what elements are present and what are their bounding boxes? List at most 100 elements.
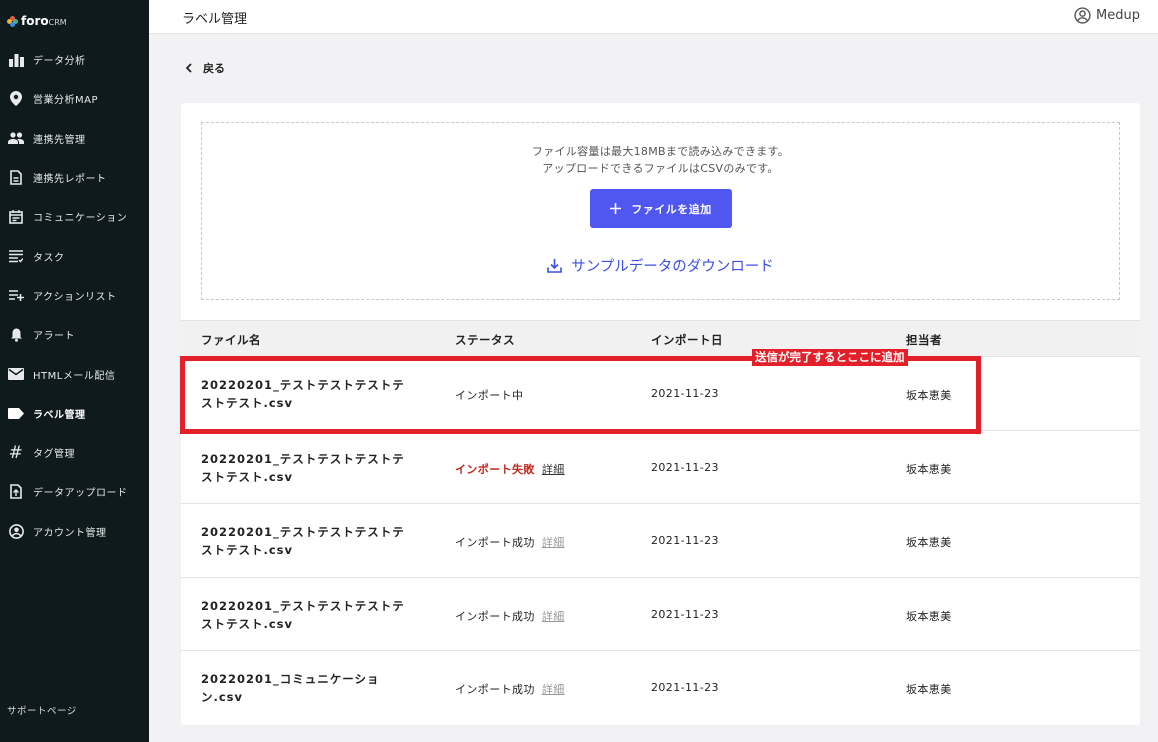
sidebar-item-tasks[interactable]: タスク [0,236,149,275]
document-icon [8,170,24,186]
add-file-button[interactable]: ファイルを追加 [590,189,732,228]
hashtag-icon: # [8,442,24,463]
import-date-cell: 2021-11-23 [651,460,719,474]
file-name-cell: 20220201_テストテストテストテ ストテスト.csv [201,376,421,412]
status-text: インポート成功 [455,609,535,623]
sidebar-item-label: データ分析 [33,56,86,68]
sidebar-item-label: ラベル管理 [33,409,86,421]
chevron-left-icon [185,63,192,73]
file-name-cell: 20220201_テストテストテストテ ストテスト.csv [201,597,421,633]
file-name-line: 20220201_テストテストテストテ [201,525,405,539]
brand-logo[interactable]: foroCRM [7,14,67,28]
sidebar-item-label-management[interactable]: ラベル管理 [0,394,149,433]
page-title: ラベル管理 [182,12,248,27]
logo-mark-icon [7,15,18,27]
sidebar-item-account[interactable]: アカウント管理 [0,512,149,551]
table-row: 20220201_テストテストテストテ ストテスト.csv インポート失敗 詳細… [181,431,1140,504]
file-name-line: ストテスト.csv [201,469,294,484]
people-icon [8,130,24,146]
back-label: 戻る [203,62,225,75]
owner-cell: 坂本恵美 [906,683,952,696]
file-name-line: 20220201_テストテストテストテ [201,451,405,466]
sample-download-label: サンプルデータのダウンロード [571,259,774,275]
sidebar-item-label: コミュニケーション [33,213,128,225]
add-file-button-label: ファイルを追加 [631,202,712,216]
sidebar-item-label: タグ管理 [33,449,75,461]
sidebar-item-communication[interactable]: コミュニケーション [0,197,149,236]
download-icon [547,259,563,273]
owner-cell: 坂本恵美 [906,536,952,549]
detail-link[interactable]: 詳細 [542,681,565,697]
sidebar-item-label: アカウント管理 [33,527,107,539]
file-name-line: ン.csv [201,690,244,704]
user-menu[interactable]: Medup [1074,7,1140,24]
file-name-line: 20220201_テストテストテストテ [201,598,405,613]
detail-link[interactable]: 詳細 [542,608,565,624]
table-row: 20220201_テストテストテストテ ストテスト.csv インポート成功 詳細… [181,504,1140,578]
sidebar-item-data-upload[interactable]: データアップロード [0,472,149,511]
owner-cell: 坂本恵美 [906,609,952,623]
file-name-line: ストテスト.csv [201,543,294,557]
annotation-label: 送信が完了するとここに追加 [752,349,908,366]
upload-file-icon [8,484,24,500]
sidebar-item-action-list[interactable]: アクションリスト [0,276,149,315]
status-text-failed: インポート失敗 [455,462,535,476]
column-header-filename: ファイル名 [201,333,261,347]
sidebar-item-data-analysis[interactable]: データ分析 [0,40,149,79]
file-name-cell: 20220201_テストテストテストテ ストテスト.csv [201,523,421,559]
sidebar-item-tag-management[interactable]: # タグ管理 [0,433,149,472]
sample-download-link[interactable]: サンプルデータのダウンロード [202,255,1119,276]
label-icon [8,405,24,421]
sidebar-nav: データ分析 営業分析MAP 連携先管理 連携先レポート コミュニケーション タス… [0,40,149,551]
file-name-line: ストテスト.csv [201,396,294,410]
user-name: Medup [1096,8,1140,23]
plus-icon [610,203,622,214]
owner-cell: 坂本恵美 [906,389,952,402]
import-date-cell: 2021-11-23 [651,387,719,400]
status-cell: インポート中 [455,387,523,403]
status-text: インポート成功 [455,536,535,549]
file-name-cell: 20220201_テストテストテストテ ストテスト.csv [201,450,421,486]
status-text: インポート中 [455,389,524,402]
sidebar-item-html-mail[interactable]: HTMLメール配信 [0,354,149,393]
task-list-icon [8,248,24,264]
sidebar-item-label: HTMLメール配信 [33,370,116,382]
mail-icon [8,366,24,382]
import-date-cell: 2021-11-23 [651,607,719,621]
top-header: ラベル管理 Medup [149,0,1158,34]
detail-link[interactable]: 詳細 [542,534,565,550]
status-cell: インポート成功 詳細 [455,534,565,550]
column-header-import-date: インポート日 [651,333,723,347]
sidebar-item-sales-map[interactable]: 営業分析MAP [0,79,149,118]
sidebar-item-label: アラート [33,331,75,343]
playlist-add-icon [8,287,24,303]
support-page-link[interactable]: サポートページ [7,703,77,717]
sidebar-item-label: データアップロード [33,488,128,500]
account-circle-icon [8,523,24,539]
file-dropzone[interactable]: ファイル容量は最大18MBまで読み込みできます。 アップロードできるファイルはC… [201,122,1120,300]
user-avatar-icon [1074,7,1091,24]
import-date-cell: 2021-11-23 [651,681,719,694]
bar-chart-icon [8,52,24,68]
status-text: インポート成功 [455,683,535,696]
status-cell: インポート成功 詳細 [455,608,565,624]
sidebar-item-label: 連携先レポート [33,174,107,186]
table-row: 20220201_テストテストテストテ ストテスト.csv インポート成功 詳細… [181,578,1140,651]
table-row: 20220201_コミュニケーショ ン.csv インポート成功 詳細 2021-… [181,651,1140,725]
sidebar-item-alert[interactable]: アラート [0,315,149,354]
column-header-owner: 担当者 [906,333,942,347]
map-pin-icon [8,91,24,107]
table-header: ファイル名 ステータス インポート日 担当者 [181,320,1140,357]
owner-cell: 坂本恵美 [906,462,952,476]
sidebar-item-partner-report[interactable]: 連携先レポート [0,158,149,197]
table-row: 20220201_テストテストテストテ ストテスト.csv インポート中 202… [181,357,1140,431]
sidebar-item-partners[interactable]: 連携先管理 [0,119,149,158]
sidebar-item-label: タスク [33,252,65,264]
back-link[interactable]: 戻る [185,60,225,76]
status-cell: インポート失敗 詳細 [455,461,565,477]
sidebar-item-label: 営業分析MAP [33,95,98,107]
detail-link[interactable]: 詳細 [542,461,565,477]
brand-name: foroCRM [21,14,67,28]
sidebar-item-label: 連携先管理 [33,134,86,146]
file-name-line: 20220201_テストテストテストテ [201,378,405,392]
